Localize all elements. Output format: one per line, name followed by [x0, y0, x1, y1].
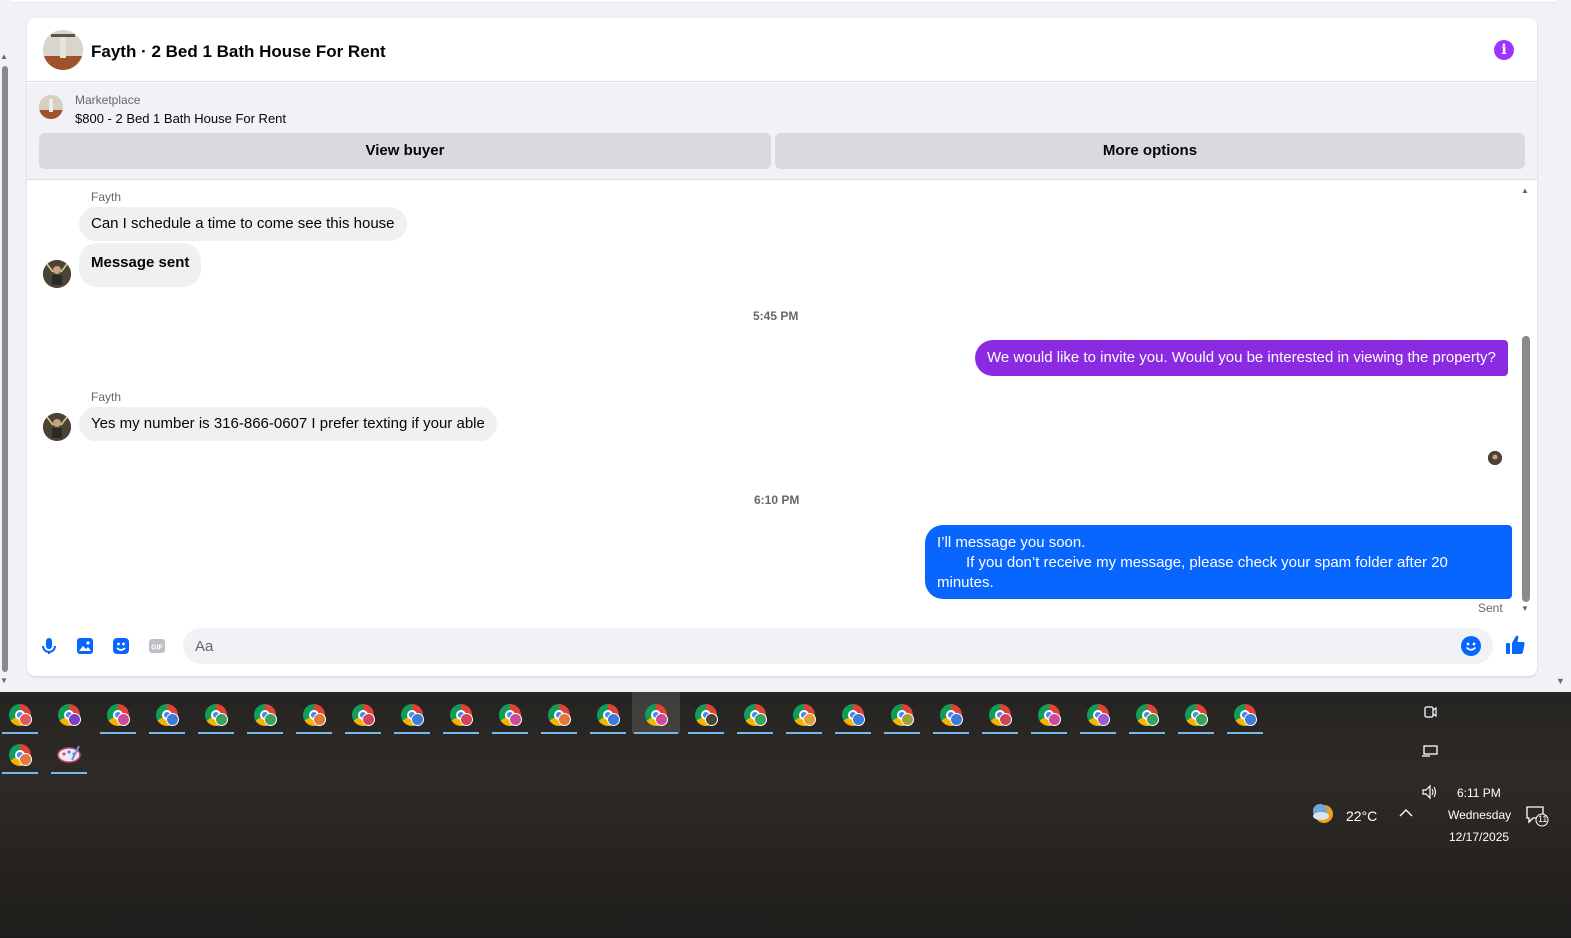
outgoing-message[interactable]: We would like to invite you. Would you b… — [975, 340, 1508, 376]
chat-window: Fayth · 2 Bed 1 Bath House For Rent i Ma… — [27, 18, 1537, 676]
taskbar-app-chrome[interactable] — [588, 694, 628, 734]
taskbar-app-chrome[interactable] — [1225, 694, 1265, 734]
scroll-down-arrow[interactable]: ▼ — [0, 676, 8, 685]
taskbar-app-chrome[interactable] — [882, 694, 922, 734]
taskbar-app-chrome[interactable] — [196, 694, 236, 734]
taskbar-app-chrome[interactable] — [441, 694, 481, 734]
message-line: I’ll message you soon. — [937, 534, 1086, 551]
browser-page: ▲ ▼ ▼ Fayth · 2 Bed 1 Bath House For Ren… — [0, 0, 1571, 692]
incoming-message[interactable]: Message sent — [79, 243, 202, 287]
sticker-icon[interactable] — [111, 636, 131, 656]
sender-avatar[interactable] — [43, 413, 71, 441]
taskbar-app-chrome[interactable] — [147, 694, 187, 734]
conversation-title[interactable]: Fayth · 2 Bed 1 Bath House For Rent — [91, 42, 386, 62]
gif-icon[interactable]: GIF — [147, 636, 167, 656]
taskbar-app-chrome[interactable] — [784, 694, 824, 734]
clock-time[interactable]: 6:11 PM — [1457, 786, 1501, 800]
message-input[interactable] — [183, 628, 1493, 664]
message-line: minutes. — [937, 574, 994, 591]
incoming-message[interactable]: Yes my number is 316-866-0607 I prefer t… — [79, 407, 497, 441]
chat-header: Fayth · 2 Bed 1 Bath House For Rent i — [27, 18, 1537, 82]
photo-icon[interactable] — [75, 636, 95, 656]
scrollbar-thumb[interactable] — [1522, 336, 1530, 602]
microphone-icon[interactable] — [39, 636, 59, 656]
outgoing-message[interactable]: I’ll message you soon. If you don’t rece… — [925, 525, 1512, 599]
listing-title[interactable]: $800 - 2 Bed 1 Bath House For Rent — [75, 111, 286, 126]
taskbar-app-chrome-active[interactable] — [632, 692, 680, 734]
incoming-message[interactable]: Can I schedule a time to come see this h… — [79, 207, 407, 241]
more-options-button[interactable]: More options — [775, 133, 1525, 169]
taskbar-app-chrome[interactable] — [1127, 694, 1167, 734]
sender-avatar[interactable] — [43, 260, 71, 288]
taskbar-app-chrome[interactable] — [294, 694, 334, 734]
weather-temperature[interactable]: 22°C — [1346, 808, 1377, 824]
scroll-up-arrow[interactable]: ▲ — [1521, 186, 1529, 195]
page-scrollbar[interactable]: ▲ ▼ — [0, 52, 10, 692]
volume-icon[interactable] — [1421, 784, 1439, 800]
scrollbar-thumb[interactable] — [2, 66, 8, 672]
taskbar-app-chrome[interactable] — [490, 694, 530, 734]
scroll-down-arrow[interactable]: ▼ — [1521, 604, 1529, 613]
thumbs-up-icon[interactable] — [1504, 634, 1526, 656]
message-scrollbar[interactable]: ▲ ▼ — [1519, 186, 1531, 614]
marketplace-panel: Marketplace $800 - 2 Bed 1 Bath House Fo… — [27, 83, 1537, 180]
taskbar-app-chrome[interactable] — [1176, 694, 1216, 734]
info-icon[interactable]: i — [1494, 40, 1514, 60]
taskbar-app-chrome[interactable] — [686, 694, 726, 734]
message-list[interactable]: Fayth Can I schedule a time to come see … — [27, 180, 1537, 616]
seen-avatar — [1488, 451, 1502, 465]
taskbar-app-chrome[interactable] — [0, 694, 40, 734]
marketplace-label: Marketplace — [75, 93, 141, 107]
svg-text:GIF: GIF — [151, 645, 163, 652]
taskbar: 22°C 6:11 PM Wednesday 12/17/2025 11 — [0, 692, 1571, 938]
taskbar-app-chrome[interactable] — [343, 694, 383, 734]
chevron-up-icon[interactable] — [1399, 808, 1413, 818]
taskbar-app-chrome[interactable] — [98, 694, 138, 734]
taskbar-app-chrome[interactable] — [931, 694, 971, 734]
message-line: If you don’t receive my message, please … — [966, 554, 1448, 571]
notification-count: 11 — [1538, 814, 1548, 824]
taskbar-app-chrome[interactable] — [0, 734, 40, 774]
emoji-icon[interactable] — [1461, 636, 1481, 656]
clock-day[interactable]: Wednesday — [1448, 808, 1511, 822]
network-icon[interactable] — [1421, 744, 1439, 758]
taskbar-app-chrome[interactable] — [49, 694, 89, 734]
view-buyer-button[interactable]: View buyer — [39, 133, 771, 169]
taskbar-app-chrome[interactable] — [1029, 694, 1069, 734]
taskbar-app-chrome[interactable] — [980, 694, 1020, 734]
weather-icon[interactable] — [1311, 802, 1337, 826]
taskbar-app-chrome[interactable] — [539, 694, 579, 734]
listing-thumbnail[interactable] — [39, 95, 63, 119]
taskbar-app-chrome[interactable] — [833, 694, 873, 734]
taskbar-app-chrome[interactable] — [245, 694, 285, 734]
timestamp: 5:45 PM — [753, 309, 799, 323]
timestamp: 6:10 PM — [754, 493, 800, 507]
listing-avatar[interactable] — [43, 30, 83, 70]
page-top-strip — [10, 0, 1555, 3]
sender-name: Fayth — [91, 190, 122, 204]
scroll-up-arrow[interactable]: ▲ — [0, 52, 8, 61]
taskbar-app-chrome[interactable] — [392, 694, 432, 734]
message-input-wrapper — [183, 628, 1493, 664]
page-scroll-down-arrow[interactable]: ▼ — [1556, 676, 1565, 686]
clock-date[interactable]: 12/17/2025 — [1449, 830, 1509, 844]
sender-name: Fayth — [91, 390, 122, 404]
taskbar-app-paint[interactable] — [49, 734, 89, 774]
message-status: Sent — [1478, 601, 1503, 615]
meet-now-icon[interactable] — [1423, 704, 1437, 720]
paint-icon — [57, 745, 81, 763]
message-composer: GIF — [27, 616, 1537, 676]
taskbar-app-chrome[interactable] — [735, 694, 775, 734]
taskbar-app-chrome[interactable] — [1078, 694, 1118, 734]
